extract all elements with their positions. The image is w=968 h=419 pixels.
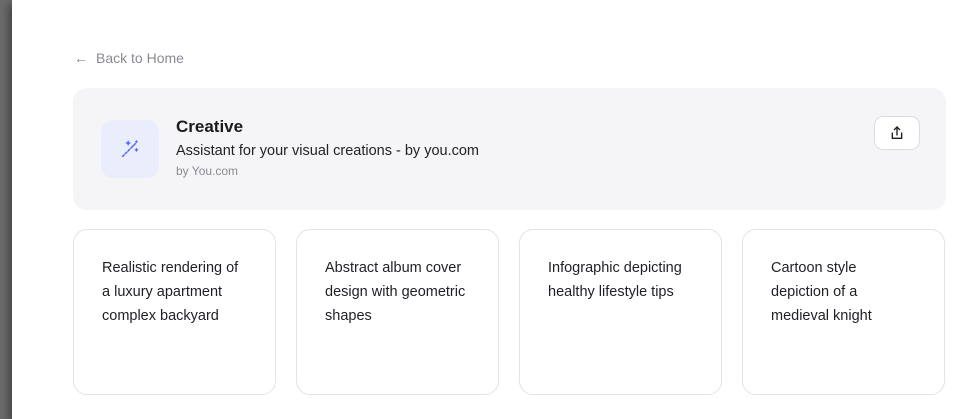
suggestion-list: Realistic rendering of a luxury apartmen… xyxy=(73,229,953,397)
assistant-name: Creative xyxy=(176,117,244,136)
assistant-header-card: Creative Assistant for your visual creat… xyxy=(73,88,946,210)
suggestion-text: Cartoon style depiction of a medieval kn… xyxy=(771,260,872,324)
suggestion-text: Infographic depicting healthy lifestyle … xyxy=(548,260,682,300)
suggestion-card[interactable]: Abstract album cover design with geometr… xyxy=(296,229,499,395)
suggestion-card[interactable]: Cartoon style depiction of a medieval kn… xyxy=(742,229,945,395)
magic-wand-icon xyxy=(121,140,139,158)
share-icon xyxy=(891,126,903,139)
assistant-info: Creative Assistant for your visual creat… xyxy=(176,117,479,178)
assistant-description: Assistant for your visual creations - by… xyxy=(176,143,480,159)
suggestion-card[interactable]: Infographic depicting healthy lifestyle … xyxy=(519,229,722,395)
back-to-home-link[interactable]: ← Back to Home xyxy=(74,50,184,66)
suggestion-card[interactable]: Realistic rendering of a luxury apartmen… xyxy=(73,229,276,395)
suggestion-text: Abstract album cover design with geometr… xyxy=(325,260,466,324)
back-to-home-label: Back to Home xyxy=(96,50,184,66)
assistant-avatar xyxy=(101,120,159,178)
suggestion-text: Realistic rendering of a luxury apartmen… xyxy=(102,260,239,324)
assistant-byline: by You.com xyxy=(176,164,239,178)
screen-frame: ← Back to Home Creative Assistant for yo… xyxy=(0,0,968,419)
app-window: ← Back to Home Creative Assistant for yo… xyxy=(12,0,968,419)
arrow-left-icon: ← xyxy=(74,50,88,66)
share-button[interactable] xyxy=(874,116,920,150)
